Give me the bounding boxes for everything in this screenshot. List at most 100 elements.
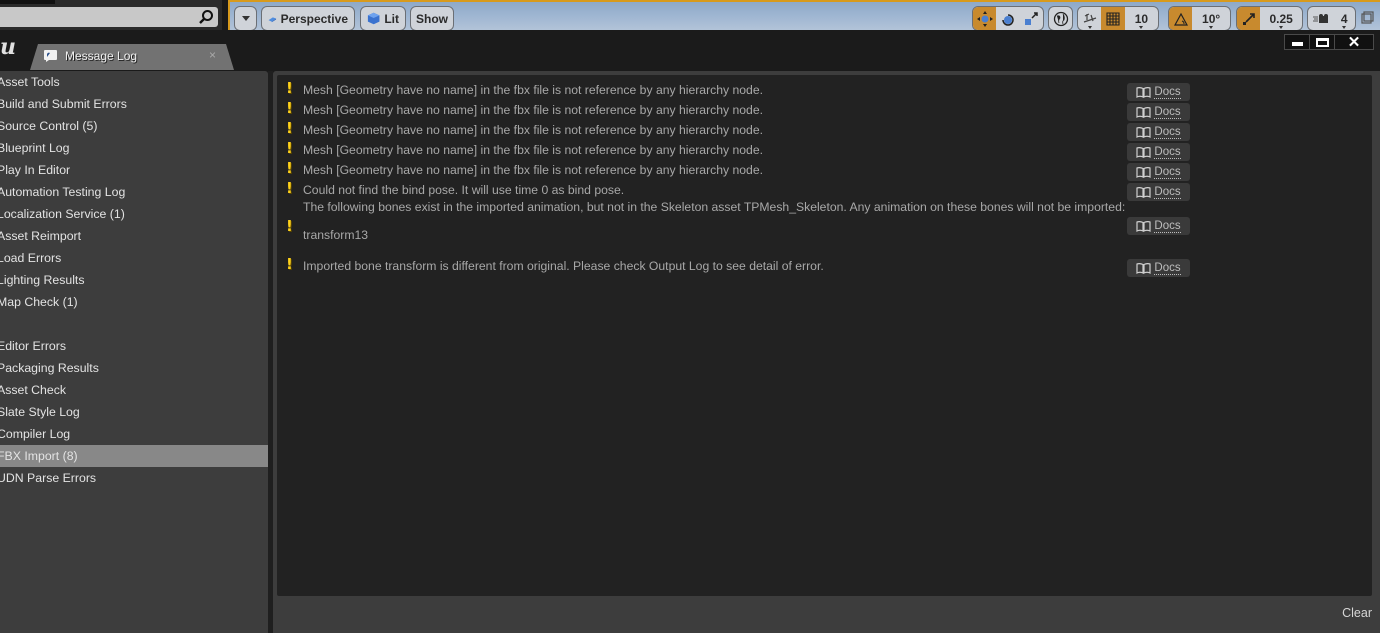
message-text: Mesh [Geometry have no name] in the fbx … [303,123,763,137]
message-log-panel: ! Mesh [Geometry have no name] in the fb… [273,71,1380,633]
message-text: The following bones exist in the importe… [303,200,1126,214]
minimize-icon [1291,41,1303,46]
docs-button[interactable]: Docs [1127,259,1190,277]
maximize-button[interactable] [1310,35,1335,49]
message-text: Mesh [Geometry have no name] in the fbx … [303,83,763,97]
close-icon: ✕ [1347,34,1361,51]
rotation-snap-group: 10° [1168,6,1231,31]
coordinate-system-button[interactable] [1048,6,1073,31]
sidebar-item-blank[interactable] [0,313,268,335]
sidebar-item-fbx-import[interactable]: FBX Import (8) [0,445,268,467]
lit-sphere-icon [367,12,380,25]
sidebar-item-udn-parse-errors[interactable]: UDN Parse Errors [0,467,268,489]
lighting-mode-label: Lit [384,11,399,26]
sidebar-item-source-control[interactable]: Source Control (5) [0,115,268,137]
scale-mode-button[interactable] [1020,7,1043,30]
sidebar-item-automation-testing-log[interactable]: Automation Testing Log [0,181,268,203]
translate-icon [976,10,993,27]
grid-snap-value[interactable]: 10 [1125,7,1158,30]
warning-icon: ! [286,217,293,235]
search-input[interactable] [0,7,218,27]
message-text: Mesh [Geometry have no name] in the fbx … [303,163,763,177]
book-icon [1136,146,1151,158]
close-window-button[interactable]: ✕ [1335,34,1373,51]
sidebar-item-blueprint-log[interactable]: Blueprint Log [0,137,268,159]
scale-snap-value[interactable]: 0.25 [1260,7,1302,30]
warning-icon: ! [286,159,293,177]
scale-icon [1025,11,1039,25]
rotate-mode-button[interactable] [996,7,1019,30]
dropdown-arrow-icon [241,16,250,21]
warning-icon: ! [286,179,293,197]
log-category-list: Asset Tools Build and Submit Errors Sour… [0,71,268,633]
sidebar-item-play-in-editor[interactable]: Play In Editor [0,159,268,181]
grid-icon [1106,11,1120,26]
book-icon [1136,262,1151,274]
sidebar-item-compiler-log[interactable]: Compiler Log [0,423,268,445]
sidebar-item-slate-style-log[interactable]: Slate Style Log [0,401,268,423]
angle-snap-icon [1173,12,1188,26]
surface-snap-button[interactable] [1078,7,1101,30]
translate-mode-button[interactable] [973,7,997,30]
panel-edge [0,0,55,4]
scale-snap-toggle[interactable] [1237,7,1261,30]
sidebar-item-build-and-submit-errors[interactable]: Build and Submit Errors [0,93,268,115]
viewport-toolbar: Perspective Lit Show 10 10° 0.25 4 [228,0,1380,31]
warning-icon: ! [286,99,293,117]
lighting-mode-button[interactable]: Lit [360,6,406,31]
sidebar-item-asset-tools[interactable]: Asset Tools [0,71,268,93]
search-icon[interactable] [198,9,214,25]
grid-snap-toggle[interactable] [1101,7,1125,30]
sidebar-item-packaging-results[interactable]: Packaging Results [0,357,268,379]
message-log-icon [43,49,58,63]
warning-icon: ! [286,255,293,273]
rotation-snap-value[interactable]: 10° [1192,7,1230,30]
camera-speed-button[interactable]: 4 [1307,6,1356,31]
world-local-icon [1053,11,1068,26]
sidebar-item-editor-errors[interactable]: Editor Errors [0,335,268,357]
tab-message-log[interactable]: Message Log × [30,44,234,70]
message-text-bone: transform13 [303,228,369,242]
sidebar-item-asset-reimport[interactable]: Asset Reimport [0,225,268,247]
message-text: Mesh [Geometry have no name] in the fbx … [303,143,763,157]
rotation-snap-toggle[interactable] [1169,7,1193,30]
unreal-logo: u [0,34,16,60]
message-list: ! Mesh [Geometry have no name] in the fb… [277,75,1372,596]
sidebar-item-load-errors[interactable]: Load Errors [0,247,268,269]
book-icon [1136,186,1151,198]
book-icon [1136,106,1151,118]
transform-mode-group [972,6,1044,31]
sidebar-item-asset-check[interactable]: Asset Check [0,379,268,401]
docs-button[interactable]: Docs [1127,183,1190,201]
docs-button[interactable]: Docs [1127,83,1190,101]
show-flags-button[interactable]: Show [410,6,454,31]
book-icon [1136,126,1151,138]
book-icon [1136,220,1151,232]
docs-button[interactable]: Docs [1127,217,1190,235]
tab-label: Message Log [65,49,138,63]
window-controls: ✕ [1284,34,1374,51]
maximize-viewport-icon [1361,11,1374,24]
perspective-icon [268,16,277,22]
maximize-viewport-button[interactable] [1361,11,1374,29]
book-icon [1136,86,1151,98]
docs-button[interactable]: Docs [1127,103,1190,121]
sidebar-item-lighting-results[interactable]: Lighting Results [0,269,268,291]
tab-close-button[interactable]: × [209,48,216,62]
message-log-footer: Clear [273,596,1380,633]
minimize-button[interactable] [1285,35,1310,49]
grid-snap-group: 10 [1077,6,1159,31]
view-mode-button[interactable]: Perspective [261,6,355,31]
content-browser-fragment [0,0,222,30]
docs-button[interactable]: Docs [1127,123,1190,141]
book-icon [1136,166,1151,178]
sidebar-item-map-check[interactable]: Map Check (1) [0,291,268,313]
message-text: Imported bone transform is different fro… [303,259,824,273]
docs-button[interactable]: Docs [1127,143,1190,161]
message-text: Mesh [Geometry have no name] in the fbx … [303,103,763,117]
sidebar-item-localization-service[interactable]: Localization Service (1) [0,203,268,225]
unreal-editor-window: Perspective Lit Show 10 10° 0.25 4 u Mes… [0,0,1380,633]
clear-button[interactable]: Clear [1342,606,1372,620]
viewport-options-button[interactable] [234,6,257,31]
docs-button[interactable]: Docs [1127,163,1190,181]
